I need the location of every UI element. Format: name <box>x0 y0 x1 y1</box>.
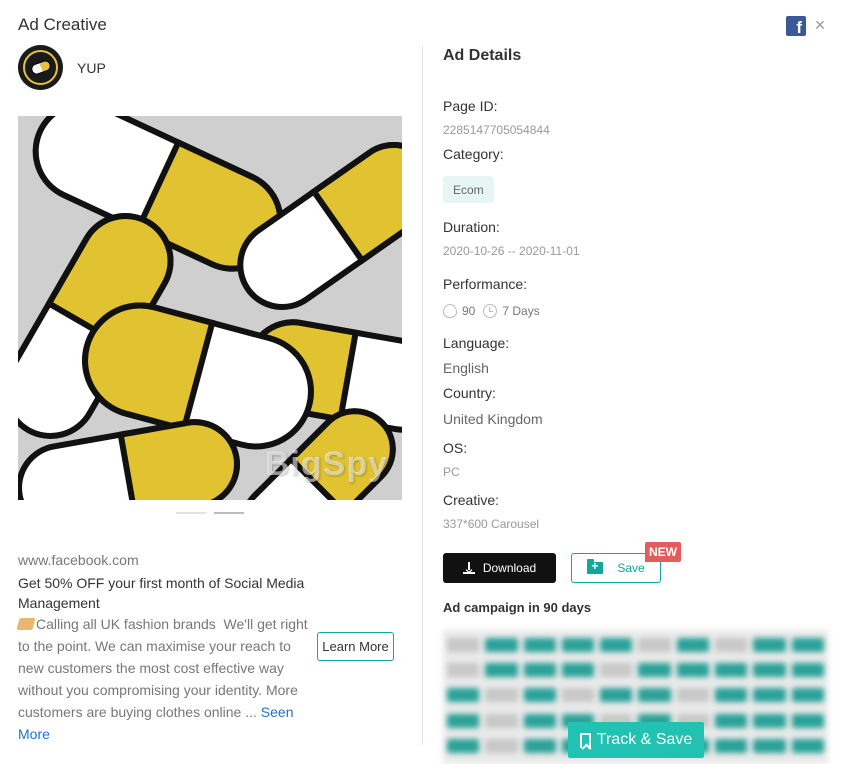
download-icon <box>462 562 475 574</box>
flame-icon <box>443 304 457 318</box>
creative-label: Creative: <box>443 492 500 508</box>
language-value: English <box>443 360 489 376</box>
page-id-label: Page ID: <box>443 98 498 114</box>
avatar <box>18 45 63 90</box>
heatmap-cell <box>447 713 480 728</box>
carousel-dot-1[interactable] <box>176 512 206 514</box>
heatmap-cell <box>447 663 480 678</box>
heatmap-cell <box>561 638 595 652</box>
learn-more-button[interactable]: Learn More <box>317 632 394 661</box>
track-save-label: Track & Save <box>596 731 693 748</box>
watermark: BigSpy <box>264 445 388 483</box>
close-icon[interactable]: × <box>812 16 828 34</box>
heatmap-cell <box>753 713 786 728</box>
heatmap-cell <box>485 713 518 728</box>
heatmap-cell <box>600 688 633 703</box>
modal-title: Ad Creative <box>18 15 107 34</box>
heatmap-cell <box>523 663 556 678</box>
heatmap-cell <box>638 638 671 652</box>
performance-row: 90 7 Days <box>443 304 540 318</box>
heatmap-cell <box>715 688 748 703</box>
heatmap-cell <box>715 713 748 728</box>
performance-label: Performance: <box>443 276 528 292</box>
duration-label: Duration: <box>443 219 500 235</box>
category-tag: Ecom <box>443 176 494 203</box>
heatmap-cell <box>485 688 518 703</box>
heatmap-cell <box>485 638 518 652</box>
ad-creative-image[interactable]: BigSpy <box>18 116 402 500</box>
os-value: PC <box>443 465 460 479</box>
heatmap-cell <box>447 638 480 652</box>
creative-value: 337*600 Carousel <box>443 517 540 531</box>
heatmap-cell <box>523 738 556 753</box>
heatmap-cell <box>791 713 824 728</box>
heatmap-cell <box>523 688 556 703</box>
heatmap-cell <box>715 738 748 753</box>
clock-icon <box>483 304 498 318</box>
heatmap-cell <box>676 688 710 703</box>
heatmap-cell <box>561 688 595 703</box>
os-label: OS: <box>443 440 468 456</box>
ad-domain: www.facebook.com <box>18 552 139 568</box>
category-label: Category: <box>443 146 504 162</box>
new-badge: NEW <box>645 542 681 562</box>
advertiser-name: YUP <box>77 60 106 76</box>
heatmap-cell <box>523 713 556 728</box>
country-label: Country: <box>443 385 496 401</box>
heatmap-cell <box>791 638 824 652</box>
heatmap-cell <box>676 638 710 652</box>
column-divider <box>422 45 423 745</box>
pills-artwork <box>18 116 402 500</box>
campaign-title: Ad campaign in 90 days <box>443 600 592 615</box>
language-label: Language: <box>443 335 510 351</box>
duration-value: 2020-10-26 -- 2020-11-01 <box>443 244 580 258</box>
carousel-dot-2[interactable] <box>214 512 244 514</box>
performance-days: 7 Days <box>502 304 540 318</box>
page-id-value: 2285147705054844 <box>443 123 550 137</box>
heatmap-cell <box>485 738 518 753</box>
heatmap-cell <box>485 663 518 678</box>
heatmap-cell <box>753 638 786 652</box>
facebook-icon: f <box>786 16 806 36</box>
heatmap-cell <box>447 738 480 753</box>
ad-headline: Get 50% OFF your first month of Social M… <box>18 575 305 611</box>
folder-add-icon <box>587 559 604 574</box>
heatmap-cell <box>791 688 824 703</box>
megaphone-icon <box>16 618 36 630</box>
heatmap-cell <box>638 663 671 678</box>
heatmap-cell <box>523 638 556 652</box>
save-label: Save <box>617 561 645 575</box>
details-title: Ad Details <box>443 47 522 64</box>
heatmap-cell <box>715 638 748 652</box>
carousel-dots <box>176 512 244 514</box>
heatmap-cell <box>600 663 633 678</box>
heatmap-cell <box>600 638 633 652</box>
heatmap-cell <box>447 688 480 703</box>
performance-score: 90 <box>462 304 476 318</box>
heatmap-cell <box>715 663 748 678</box>
heatmap-cell <box>791 663 824 678</box>
country-value: United Kingdom <box>443 411 543 427</box>
heatmap-cell <box>753 688 786 703</box>
track-save-button[interactable]: Track & Save <box>568 722 704 758</box>
heatmap-cell <box>676 663 710 678</box>
download-button[interactable]: Download <box>443 553 556 583</box>
heatmap-cell <box>753 663 786 678</box>
heatmap-cell <box>561 663 595 678</box>
heatmap-cell <box>638 688 671 703</box>
heatmap-cell <box>791 738 824 753</box>
heatmap-cell <box>753 738 786 753</box>
ad-body: Calling all UK fashion brands We'll get … <box>16 613 308 745</box>
download-label: Download <box>482 561 537 575</box>
bookmark-icon <box>579 732 591 748</box>
